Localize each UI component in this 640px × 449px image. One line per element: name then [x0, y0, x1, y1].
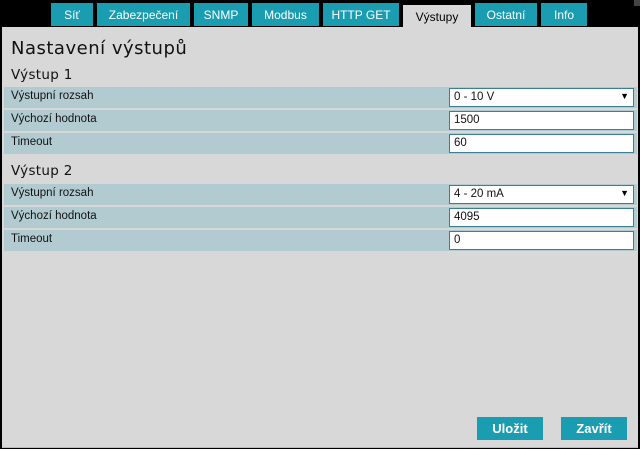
- output-2-default-input[interactable]: 4095: [449, 208, 634, 227]
- output-1-timeout-input[interactable]: 60: [449, 134, 634, 153]
- output-1-range-row: Výstupní rozsah 0 - 10 V ▼: [4, 87, 637, 108]
- output-2-timeout-label: Timeout: [11, 233, 53, 245]
- content-panel: Nastavení výstupů Výstup 1 Výstupní rozs…: [2, 27, 638, 448]
- tab-bar: Síť Zabezpečení SNMP Modbus HTTP GET Výs…: [0, 0, 640, 28]
- output-1-title: Výstup 1: [11, 67, 73, 83]
- close-button[interactable]: Zavřít: [561, 417, 627, 440]
- output-1-range-select[interactable]: 0 - 10 V ▼: [449, 88, 634, 107]
- output-1-range-value: 0 - 10 V: [454, 91, 495, 103]
- output-1-default-label: Výchozí hodnota: [11, 113, 97, 125]
- tab-info[interactable]: Info: [541, 3, 587, 26]
- output-2-title: Výstup 2: [11, 163, 73, 179]
- output-2-range-label: Výstupní rozsah: [11, 187, 94, 199]
- output-2-timeout-row: Timeout 0: [4, 230, 637, 251]
- output-2-range-row: Výstupní rozsah 4 - 20 mA ▼: [4, 184, 637, 205]
- output-1-range-label: Výstupní rozsah: [11, 90, 94, 102]
- page-title: Nastavení výstupů: [11, 38, 188, 59]
- save-button[interactable]: Uložit: [477, 417, 543, 440]
- output-2-range-value: 4 - 20 mA: [454, 188, 504, 200]
- tab-sit[interactable]: Síť: [51, 3, 93, 26]
- corner-marker: [634, 0, 640, 6]
- dropdown-arrow-icon: ▼: [620, 188, 629, 198]
- output-2-default-row: Výchozí hodnota 4095: [4, 207, 637, 228]
- output-1-default-input[interactable]: 1500: [449, 111, 634, 130]
- tab-modbus[interactable]: Modbus: [252, 3, 319, 26]
- tab-vystupy[interactable]: Výstupy: [403, 5, 471, 28]
- tab-ostatni[interactable]: Ostatní: [475, 3, 537, 26]
- output-1-default-row: Výchozí hodnota 1500: [4, 110, 637, 131]
- output-2-default-label: Výchozí hodnota: [11, 210, 97, 222]
- tab-zabezpeceni[interactable]: Zabezpečení: [97, 3, 190, 26]
- tab-snmp[interactable]: SNMP: [194, 3, 248, 26]
- output-2-range-select[interactable]: 4 - 20 mA ▼: [449, 185, 634, 204]
- tab-http-get[interactable]: HTTP GET: [323, 3, 399, 26]
- dropdown-arrow-icon: ▼: [620, 91, 629, 101]
- output-1-timeout-label: Timeout: [11, 136, 53, 148]
- output-1-timeout-row: Timeout 60: [4, 133, 637, 154]
- output-2-timeout-input[interactable]: 0: [449, 231, 634, 250]
